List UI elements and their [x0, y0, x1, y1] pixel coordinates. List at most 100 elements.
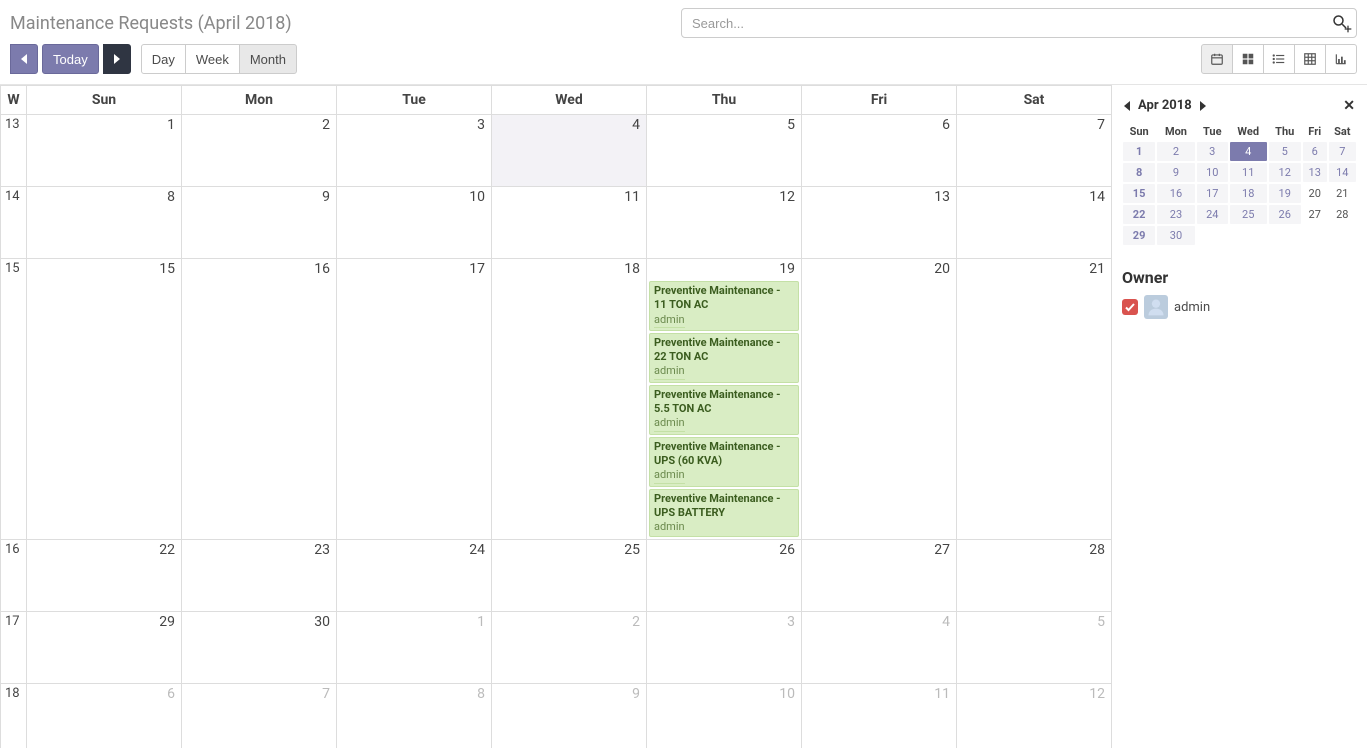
calendar-event[interactable]: Preventive Maintenance - 5.5 TON ACadmin — [649, 385, 799, 435]
mini-day[interactable]: 23 — [1156, 204, 1195, 225]
calendar-day-cell[interactable]: 5 — [957, 612, 1112, 684]
calendar-day-cell[interactable]: 2 — [492, 612, 647, 684]
search-icon[interactable] — [1331, 12, 1351, 32]
mini-day[interactable]: 4 — [1229, 141, 1268, 162]
calendar-day-cell[interactable]: 15 — [27, 259, 182, 540]
calendar-day-cell[interactable]: 4 — [492, 115, 647, 187]
mini-day[interactable]: 12 — [1268, 162, 1302, 183]
mini-day[interactable]: 2 — [1156, 141, 1195, 162]
mini-day[interactable]: 6 — [1302, 141, 1328, 162]
calendar-event[interactable]: Preventive Maintenance - UPS (60 KVA)adm… — [649, 437, 799, 487]
search-input[interactable] — [681, 8, 1357, 38]
calendar-day-cell[interactable]: 21 — [957, 259, 1112, 540]
calendar-event[interactable]: Preventive Maintenance - 11 TON ACadmin — [649, 281, 799, 331]
day-number: 14 — [1089, 189, 1105, 205]
calendar-day-cell[interactable]: 1 — [27, 115, 182, 187]
calendar-day-cell[interactable]: 23 — [182, 540, 337, 612]
next-button[interactable] — [103, 44, 131, 74]
mini-day[interactable]: 1 — [1122, 141, 1156, 162]
mini-day[interactable]: 24 — [1196, 204, 1229, 225]
view-list-button[interactable] — [1263, 44, 1295, 74]
mini-day[interactable]: 17 — [1196, 183, 1229, 204]
calendar-day-cell[interactable]: 13 — [802, 187, 957, 259]
calendar-day-cell[interactable]: 30 — [182, 612, 337, 684]
today-button[interactable]: Today — [42, 44, 99, 74]
calendar-day-cell[interactable]: 7 — [957, 115, 1112, 187]
mini-day[interactable]: 27 — [1302, 204, 1328, 225]
view-graph-button[interactable] — [1325, 44, 1357, 74]
mini-day[interactable]: 11 — [1229, 162, 1268, 183]
calendar-day-cell[interactable]: 12 — [647, 187, 802, 259]
mini-day[interactable]: 3 — [1196, 141, 1229, 162]
view-calendar-button[interactable] — [1201, 44, 1233, 74]
calendar-day-cell[interactable]: 18 — [492, 259, 647, 540]
calendar-day-cell[interactable]: 17 — [337, 259, 492, 540]
mini-day[interactable]: 9 — [1156, 162, 1195, 183]
calendar-day-cell[interactable]: 6 — [27, 684, 182, 748]
view-day-button[interactable]: Day — [141, 44, 186, 74]
calendar-day-cell[interactable]: 4 — [802, 612, 957, 684]
mini-day[interactable]: 10 — [1196, 162, 1229, 183]
calendar-day-cell[interactable]: 10 — [647, 684, 802, 748]
calendar-day-cell[interactable]: 11 — [802, 684, 957, 748]
day-number: 24 — [469, 542, 485, 558]
calendar-event[interactable]: Preventive Maintenance - UPS BATTERYadmi… — [649, 489, 799, 538]
mini-day[interactable]: 8 — [1122, 162, 1156, 183]
mini-day[interactable]: 15 — [1122, 183, 1156, 204]
calendar-day-cell[interactable]: 7 — [182, 684, 337, 748]
mini-day[interactable]: 16 — [1156, 183, 1195, 204]
calendar-day-cell[interactable]: 20 — [802, 259, 957, 540]
mini-next-button[interactable] — [1198, 96, 1208, 116]
mini-day[interactable]: 13 — [1302, 162, 1328, 183]
mini-day[interactable]: 26 — [1268, 204, 1302, 225]
mini-day[interactable]: 14 — [1328, 162, 1357, 183]
mini-day[interactable]: 28 — [1328, 204, 1357, 225]
calendar-day-cell[interactable]: 25 — [492, 540, 647, 612]
mini-day[interactable]: 22 — [1122, 204, 1156, 225]
week-number: 17 — [1, 612, 27, 684]
day-number: 4 — [632, 117, 640, 133]
calendar-event[interactable]: Preventive Maintenance - 22 TON ACadmin — [649, 333, 799, 383]
view-pivot-button[interactable] — [1294, 44, 1326, 74]
calendar-day-cell[interactable]: 9 — [182, 187, 337, 259]
calendar-day-cell[interactable]: 28 — [957, 540, 1112, 612]
mini-close-button[interactable]: ✕ — [1341, 95, 1357, 116]
calendar-day-cell[interactable]: 12 — [957, 684, 1112, 748]
mini-day[interactable]: 7 — [1328, 141, 1357, 162]
mini-day[interactable]: 25 — [1229, 204, 1268, 225]
mini-day[interactable]: 5 — [1268, 141, 1302, 162]
calendar-day-cell[interactable]: 26 — [647, 540, 802, 612]
calendar-day-cell[interactable]: 19Preventive Maintenance - 11 TON ACadmi… — [647, 259, 802, 540]
mini-day[interactable]: 18 — [1229, 183, 1268, 204]
calendar-day-cell[interactable]: 9 — [492, 684, 647, 748]
calendar-day-cell[interactable]: 8 — [27, 187, 182, 259]
calendar-day-cell[interactable]: 6 — [802, 115, 957, 187]
calendar-day-cell[interactable]: 24 — [337, 540, 492, 612]
calendar-day-cell[interactable]: 11 — [492, 187, 647, 259]
calendar-day-cell[interactable]: 14 — [957, 187, 1112, 259]
calendar-day-cell[interactable]: 5 — [647, 115, 802, 187]
mini-day[interactable]: 29 — [1122, 225, 1156, 246]
view-week-button[interactable]: Week — [185, 44, 240, 74]
view-kanban-button[interactable] — [1232, 44, 1264, 74]
calendar-day-cell[interactable]: 27 — [802, 540, 957, 612]
prev-button[interactable] — [10, 44, 38, 74]
calendar-day-cell[interactable]: 1 — [337, 612, 492, 684]
calendar-day-cell[interactable]: 29 — [27, 612, 182, 684]
mini-day[interactable]: 21 — [1328, 183, 1357, 204]
owner-checkbox[interactable] — [1122, 299, 1138, 315]
mini-day[interactable]: 19 — [1268, 183, 1302, 204]
mini-day[interactable]: 20 — [1302, 183, 1328, 204]
mini-day[interactable]: 30 — [1156, 225, 1195, 246]
calendar-day-cell[interactable]: 2 — [182, 115, 337, 187]
calendar-day-cell[interactable]: 3 — [337, 115, 492, 187]
calendar-day-cell[interactable]: 8 — [337, 684, 492, 748]
owner-item[interactable]: admin — [1122, 295, 1357, 319]
mini-prev-button[interactable] — [1122, 96, 1132, 116]
week-number: 15 — [1, 259, 27, 540]
view-month-button[interactable]: Month — [239, 44, 297, 74]
calendar-day-cell[interactable]: 16 — [182, 259, 337, 540]
calendar-day-cell[interactable]: 10 — [337, 187, 492, 259]
calendar-day-cell[interactable]: 22 — [27, 540, 182, 612]
calendar-day-cell[interactable]: 3 — [647, 612, 802, 684]
